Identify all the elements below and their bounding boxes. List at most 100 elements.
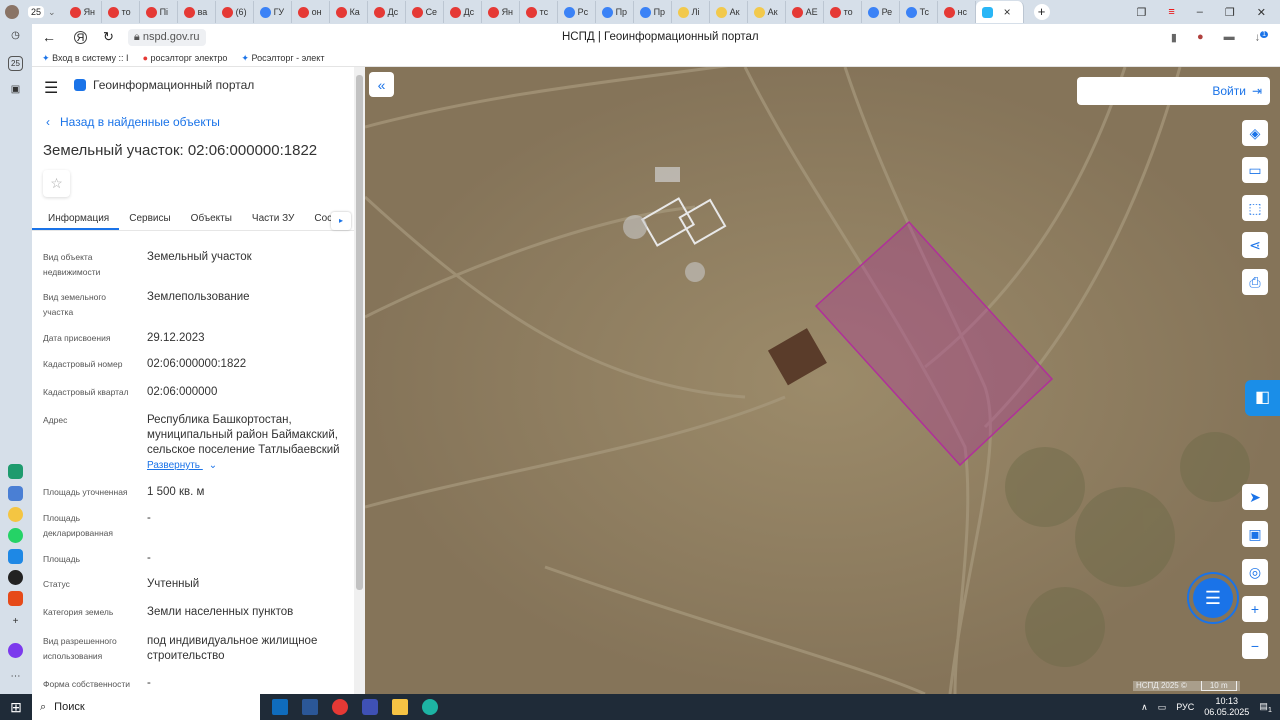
hamburger-menu-icon[interactable]: ☰ xyxy=(44,78,58,98)
profile-avatar[interactable] xyxy=(0,0,24,24)
browser-tab[interactable]: Ян xyxy=(64,1,102,23)
browser-tab[interactable]: Пі xyxy=(140,1,178,23)
browser-tab[interactable]: Пр xyxy=(634,1,672,23)
browser-tab[interactable]: АЕ xyxy=(786,1,824,23)
reload-icon[interactable]: ↻ xyxy=(103,29,114,45)
map-view[interactable]: « Войти ⇥ ◈ ▭ ⬚ ⋖ ⎙ ◧ ➤ ▣ ◎ ☰ + − НСПД 20… xyxy=(365,67,1280,694)
bookmark-item[interactable]: ● росэлторг электро xyxy=(143,53,228,63)
chat-button[interactable]: ☰ xyxy=(1187,572,1239,624)
notifications-icon[interactable]: ▤1 xyxy=(1259,701,1272,714)
favorite-star-button[interactable]: ☆ xyxy=(43,170,70,197)
scrollbar-thumb[interactable] xyxy=(356,75,363,590)
browser-tab[interactable]: Се xyxy=(406,1,444,23)
yandex-icon[interactable] xyxy=(332,699,348,715)
app-icon[interactable] xyxy=(8,486,23,501)
address-bar[interactable]: 🔒︎ nspd.gov.ru xyxy=(127,28,206,46)
browser-tab[interactable]: тс xyxy=(520,1,558,23)
yandex-icon[interactable]: Я xyxy=(74,30,87,44)
browser-tab[interactable]: Ак xyxy=(710,1,748,23)
feedback-widget-icon[interactable]: ◧ xyxy=(1245,380,1280,416)
back-icon[interactable]: ← xyxy=(42,29,56,45)
edge-icon[interactable] xyxy=(422,699,438,715)
ruler-icon[interactable]: ▭ xyxy=(1242,157,1268,183)
tabs-scroll-right-button[interactable]: ▸ xyxy=(331,212,351,230)
extension-icon[interactable]: ▬ xyxy=(1224,31,1235,43)
browser-tab[interactable]: он xyxy=(292,1,330,23)
browser-tab[interactable]: Дс xyxy=(368,1,406,23)
window-close-icon[interactable]: ✕ xyxy=(1257,6,1266,19)
collapse-panel-button[interactable]: « xyxy=(369,72,394,97)
whatsapp-icon[interactable] xyxy=(8,528,23,543)
bookmark-icon[interactable]: ▮ xyxy=(1171,31,1177,44)
share-icon[interactable]: ⋖ xyxy=(1242,232,1268,258)
app-icon[interactable] xyxy=(8,507,23,522)
collections-icon[interactable]: ❐ xyxy=(1136,6,1146,19)
tab-active[interactable]: × xyxy=(975,1,1024,23)
layers-icon[interactable]: ◈ xyxy=(1242,120,1268,146)
app-icon[interactable] xyxy=(8,549,23,564)
browser-tab[interactable]: (6) xyxy=(216,1,254,23)
more-icon[interactable]: ⋯ xyxy=(8,669,23,684)
browser-tab[interactable]: Лі xyxy=(672,1,710,23)
tray-chevron-icon[interactable]: ∧ xyxy=(1141,702,1148,713)
outlook-icon[interactable] xyxy=(272,699,288,715)
bookmark-item[interactable]: ✦ Росэлторг - элект xyxy=(241,53,324,64)
download-icon[interactable]: ↓ 1 xyxy=(1255,30,1268,43)
word-icon[interactable] xyxy=(302,699,318,715)
browser-tab[interactable]: Ак xyxy=(748,1,786,23)
tab-services[interactable]: Сервисы xyxy=(119,207,180,230)
alice-icon[interactable] xyxy=(8,643,23,658)
restore-icon[interactable]: ❐ xyxy=(1225,6,1235,19)
network-icon[interactable]: ▭ xyxy=(1158,702,1167,713)
tab-information[interactable]: Информация xyxy=(32,207,120,230)
tab-count-badge[interactable]: 25 xyxy=(28,6,45,18)
file-explorer-icon[interactable] xyxy=(392,699,408,715)
start-button[interactable]: ⊞ xyxy=(0,699,32,716)
close-icon[interactable]: × xyxy=(1004,5,1011,19)
yandex-browser-icon[interactable] xyxy=(362,699,378,715)
panel-scrollbar[interactable] xyxy=(354,67,365,694)
taskbar-search[interactable]: ⌕ Поиск xyxy=(32,694,260,720)
screenshot-icon[interactable]: ▣ xyxy=(8,82,23,97)
browser-tab[interactable]: Ка xyxy=(330,1,368,23)
browser-tab[interactable]: нс xyxy=(938,1,976,23)
app-icon[interactable] xyxy=(8,464,23,479)
bookmark-item[interactable]: ✦ Вход в систему :: I xyxy=(42,53,129,64)
login-button[interactable]: Войти ⇥ xyxy=(1077,77,1270,105)
portal-title[interactable]: Геоинформационный портал xyxy=(93,78,254,92)
zoom-out-button[interactable]: − xyxy=(1242,633,1268,659)
tab-objects[interactable]: Объекты xyxy=(181,207,242,230)
browser-tab[interactable]: Тс xyxy=(900,1,938,23)
minimize-icon[interactable]: – xyxy=(1197,6,1203,19)
tab-parts[interactable]: Части ЗУ xyxy=(242,207,304,230)
browser-tab[interactable]: ГУ xyxy=(254,1,292,23)
print-icon[interactable]: ⎙ xyxy=(1242,269,1268,295)
clock[interactable]: 10:13 06.05.2025 xyxy=(1204,696,1249,718)
browser-tab[interactable]: то xyxy=(824,1,862,23)
menu-icon[interactable]: ≡ xyxy=(1168,6,1174,19)
tab-list-chevron-icon[interactable]: ⌄ xyxy=(48,7,56,18)
extension-icon[interactable]: ● xyxy=(1197,31,1204,43)
browser-tab[interactable]: Ян xyxy=(482,1,520,23)
picture-in-picture-icon[interactable]: ▣ xyxy=(1242,521,1268,547)
locate-icon[interactable]: ➤ xyxy=(1242,484,1268,510)
browser-tab[interactable]: Рс xyxy=(558,1,596,23)
app-icon[interactable] xyxy=(8,570,23,585)
new-tab-button[interactable]: + xyxy=(1033,4,1050,20)
zoom-in-button[interactable]: + xyxy=(1242,596,1268,622)
field-value: 1 500 кв. м xyxy=(147,486,205,498)
browser-tab[interactable]: Пр xyxy=(596,1,634,23)
history-icon[interactable]: ◷ xyxy=(8,28,23,43)
browser-tab[interactable]: Ре xyxy=(862,1,900,23)
geolocation-icon[interactable]: ◎ xyxy=(1242,559,1268,585)
browser-tab[interactable]: ва xyxy=(178,1,216,23)
browser-tab[interactable]: то xyxy=(102,1,140,23)
back-to-results-link[interactable]: ‹ Назад в найденные объекты xyxy=(46,115,220,129)
app-icon[interactable] xyxy=(8,591,23,606)
area-select-icon[interactable]: ⬚ xyxy=(1242,195,1268,221)
calendar-icon[interactable]: 25 xyxy=(8,56,23,71)
browser-tab[interactable]: Дс xyxy=(444,1,482,23)
expand-address-link[interactable]: Развернуть ⌄ xyxy=(147,460,217,471)
language-indicator[interactable]: РУС xyxy=(1176,702,1194,712)
add-icon[interactable]: + xyxy=(8,614,23,629)
